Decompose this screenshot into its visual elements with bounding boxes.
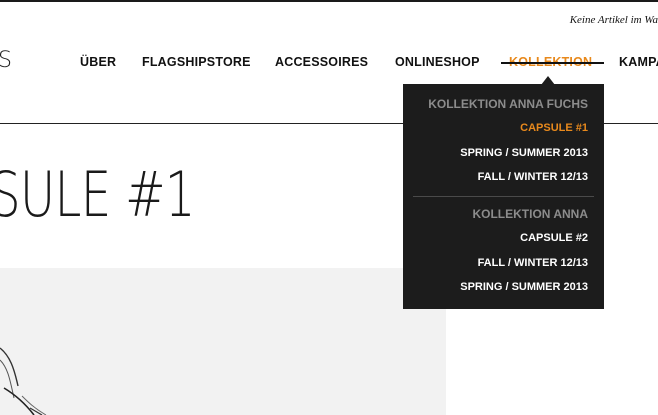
dropdown-item-fall-winter-12-13[interactable]: FALL / WINTER 12/13 [478, 171, 588, 183]
dropdown-item-fall-winter-12-13[interactable]: FALL / WINTER 12/13 [478, 257, 588, 269]
nav-item-onlineshop[interactable]: ONLINESHOP [395, 55, 480, 69]
kollektion-dropdown: KOLLEKTION ANNA FUCHS CAPSULE #1 SPRING … [403, 84, 604, 309]
dropdown-heading-anna: KOLLEKTION ANNA [472, 207, 588, 221]
logo[interactable]: S [0, 48, 12, 73]
top-border [0, 0, 658, 2]
cart-status[interactable]: Keine Artikel im Wa [570, 14, 658, 26]
nav-item-kollektion[interactable]: KOLLEKTION [500, 55, 605, 69]
dropdown-item-capsule-1[interactable]: CAPSULE #1 [520, 122, 588, 134]
dropdown-heading-anna-fuchs: KOLLEKTION ANNA FUCHS [428, 97, 588, 111]
nav-item-ueber[interactable]: ÜBER [80, 55, 116, 69]
nav-item-accessoires[interactable]: ACCESSOIRES [275, 55, 368, 69]
hero-image [0, 268, 446, 415]
nav-item-kampagne[interactable]: KAMPA [619, 55, 658, 69]
sketch-lines [0, 347, 47, 415]
nav-item-flagshipstore[interactable]: FLAGSHIPSTORE [142, 55, 251, 69]
dropdown-item-spring-summer-2013[interactable]: SPRING / SUMMER 2013 [460, 147, 588, 159]
page-title: SULE #1 [0, 158, 196, 231]
dropdown-item-spring-summer-2013[interactable]: SPRING / SUMMER 2013 [460, 281, 588, 293]
dropdown-divider [413, 196, 594, 197]
dropdown-item-capsule-2[interactable]: CAPSULE #2 [520, 232, 588, 244]
